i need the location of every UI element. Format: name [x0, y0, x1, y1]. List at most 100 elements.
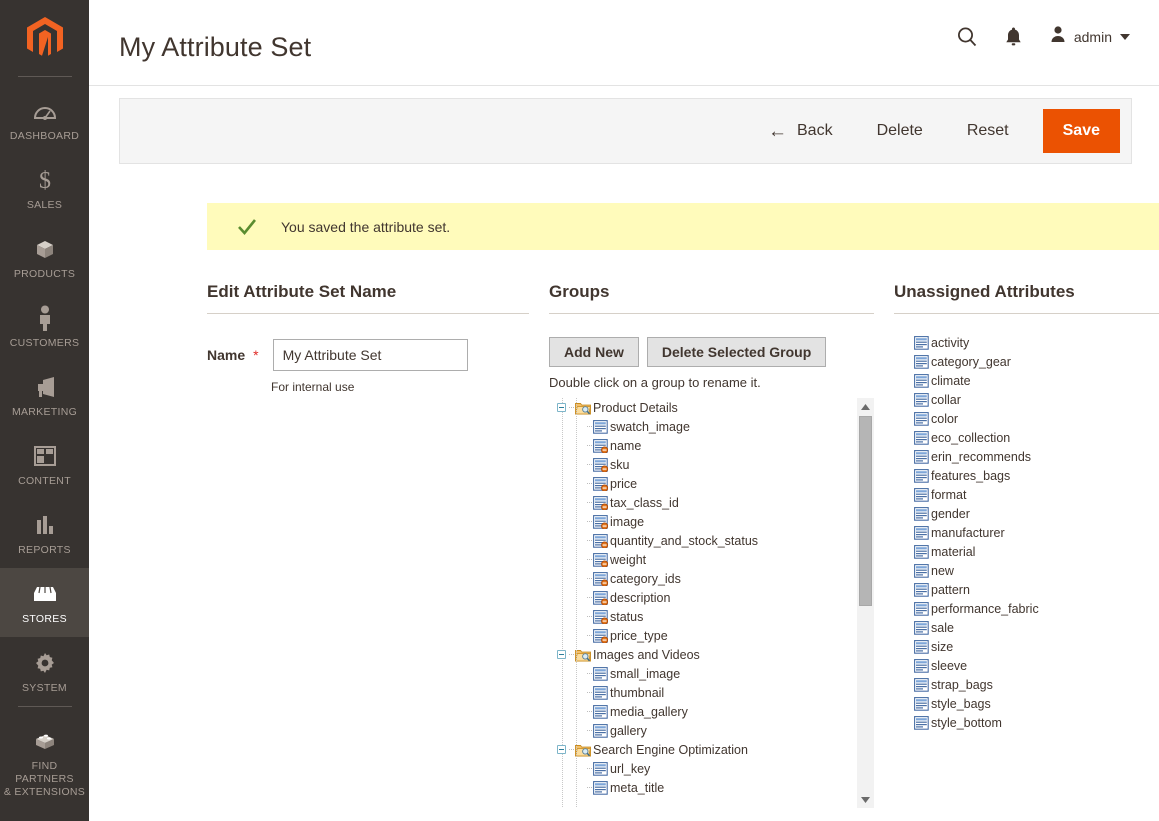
unassigned-attribute-node[interactable]: style_bottom: [894, 713, 1159, 732]
sidebar-item-content[interactable]: CONTENT: [0, 430, 89, 499]
tree-attribute-node[interactable]: quantity_and_stock_status: [549, 531, 856, 550]
unassigned-attribute-node[interactable]: sale: [894, 618, 1159, 637]
unassigned-attribute-node[interactable]: color: [894, 409, 1159, 428]
attribute-icon: [593, 723, 608, 738]
groups-hint: Double click on a group to rename it.: [549, 375, 761, 390]
tree-group-node[interactable]: Images and Videos: [549, 645, 856, 664]
groups-scrollbar-thumb[interactable]: [859, 416, 872, 606]
tree-attribute-node[interactable]: description: [549, 588, 856, 607]
tree-attribute-node[interactable]: media_gallery: [549, 702, 856, 721]
search-icon[interactable]: [956, 26, 978, 48]
tree-attribute-node[interactable]: meta_title: [549, 778, 856, 797]
attribute-icon: [593, 533, 608, 548]
tree-attribute-node[interactable]: thumbnail: [549, 683, 856, 702]
sidebar-item-system[interactable]: SYSTEM: [0, 637, 89, 706]
add-new-group-button[interactable]: Add New: [549, 337, 639, 367]
unassigned-attribute-node[interactable]: new: [894, 561, 1159, 580]
name-field-label: Name: [207, 347, 246, 363]
tree-group-node[interactable]: Product Details: [549, 398, 856, 417]
unassigned-attribute-node[interactable]: activity: [894, 333, 1159, 352]
sidebar-item-label: DASHBOARD: [9, 130, 80, 142]
unassigned-attribute-node[interactable]: collar: [894, 390, 1159, 409]
unassigned-attribute-node[interactable]: gender: [894, 504, 1159, 523]
svg-text:$: $: [39, 168, 51, 193]
sidebar-item-reports[interactable]: REPORTS: [0, 499, 89, 568]
unassigned-attribute-node[interactable]: climate: [894, 371, 1159, 390]
unassigned-attribute-label: performance_fabric: [931, 601, 1039, 616]
bell-icon[interactable]: [1004, 26, 1023, 48]
unassigned-attribute-label: gender: [931, 506, 970, 521]
tree-attribute-label: gallery: [610, 723, 647, 738]
reset-button[interactable]: Reset: [945, 122, 1031, 140]
sidebar-item-find-partners[interactable]: FIND PARTNERS & EXTENSIONS: [0, 715, 89, 810]
name-field-note: For internal use: [271, 380, 355, 394]
attribute-icon: [593, 419, 608, 434]
attribute-icon: [914, 715, 929, 730]
tree-attribute-label: price: [610, 476, 638, 491]
unassigned-attribute-node[interactable]: erin_recommends: [894, 447, 1159, 466]
back-button[interactable]: ← Back: [746, 122, 855, 141]
unassigned-attribute-node[interactable]: size: [894, 637, 1159, 656]
sidebar-item-label: STORES: [22, 613, 67, 625]
unassigned-attribute-node[interactable]: sleeve: [894, 656, 1159, 675]
attribute-icon: [914, 335, 929, 350]
unassigned-attribute-node[interactable]: features_bags: [894, 466, 1159, 485]
unassigned-attribute-node[interactable]: style_bags: [894, 694, 1159, 713]
groups-tree[interactable]: Product Details swatch_image name sku price t…: [549, 398, 856, 808]
tree-connector: [587, 635, 592, 636]
header-actions: admin: [956, 25, 1130, 48]
sidebar-item-customers[interactable]: CUSTOMERS: [0, 292, 89, 361]
groups-tree-panel: Product Details swatch_image name sku price t…: [549, 398, 874, 808]
attribute-icon: [914, 411, 929, 426]
tree-attribute-node[interactable]: name: [549, 436, 856, 455]
unassigned-attribute-node[interactable]: category_gear: [894, 352, 1159, 371]
tree-attribute-node[interactable]: weight: [549, 550, 856, 569]
unassigned-attribute-node[interactable]: eco_collection: [894, 428, 1159, 447]
sidebar-item-marketing[interactable]: MARKETING: [0, 361, 89, 430]
tree-connector: [587, 578, 592, 579]
unassigned-attribute-node[interactable]: manufacturer: [894, 523, 1159, 542]
delete-selected-group-button[interactable]: Delete Selected Group: [646, 337, 827, 367]
tree-attribute-node[interactable]: swatch_image: [549, 417, 856, 436]
tree-attribute-node[interactable]: tax_class_id: [549, 493, 856, 512]
groups-scroll-up-icon[interactable]: [857, 398, 874, 415]
sidebar-item-dashboard[interactable]: DASHBOARD: [0, 85, 89, 154]
sidebar-item-stores[interactable]: STORES: [0, 568, 89, 637]
unassigned-attribute-label: collar: [931, 392, 961, 407]
unassigned-attribute-node[interactable]: material: [894, 542, 1159, 561]
tree-connector: [587, 426, 592, 427]
unassigned-attribute-label: format: [931, 487, 967, 502]
attribute-set-name-input[interactable]: [272, 339, 468, 371]
magento-logo[interactable]: [0, 0, 89, 76]
tree-attribute-node[interactable]: status: [549, 607, 856, 626]
tree-attribute-node[interactable]: category_ids: [549, 569, 856, 588]
tree-attribute-node[interactable]: price: [549, 474, 856, 493]
tree-attribute-node[interactable]: small_image: [549, 664, 856, 683]
unassigned-attribute-node[interactable]: strap_bags: [894, 675, 1159, 694]
unassigned-tree[interactable]: activity category_gear climate collar color e…: [894, 333, 1159, 788]
collapse-toggle-icon[interactable]: [557, 650, 566, 659]
collapse-toggle-icon[interactable]: [557, 745, 566, 754]
unassigned-attribute-node[interactable]: performance_fabric: [894, 599, 1159, 618]
chevron-down-icon: [1120, 33, 1130, 40]
required-marker: *: [253, 347, 259, 363]
tree-attribute-node[interactable]: gallery: [549, 721, 856, 740]
save-button[interactable]: Save: [1042, 109, 1120, 153]
tree-connector: [587, 692, 592, 693]
sidebar-item-sales[interactable]: $ SALES: [0, 154, 89, 223]
delete-button[interactable]: Delete: [855, 122, 945, 140]
tree-attribute-node[interactable]: price_type: [549, 626, 856, 645]
sidebar-item-products[interactable]: PRODUCTS: [0, 223, 89, 292]
tree-attribute-node[interactable]: image: [549, 512, 856, 531]
collapse-toggle-icon[interactable]: [557, 403, 566, 412]
tree-attribute-node[interactable]: url_key: [549, 759, 856, 778]
tree-connector: [569, 654, 574, 655]
groups-scrollbar[interactable]: [857, 398, 874, 808]
unassigned-attribute-node[interactable]: format: [894, 485, 1159, 504]
unassigned-attribute-label: activity: [931, 335, 970, 350]
unassigned-attribute-node[interactable]: pattern: [894, 580, 1159, 599]
tree-attribute-node[interactable]: sku: [549, 455, 856, 474]
user-menu[interactable]: admin: [1049, 25, 1130, 48]
groups-scroll-down-icon[interactable]: [857, 791, 874, 808]
tree-group-node[interactable]: Search Engine Optimization: [549, 740, 856, 759]
